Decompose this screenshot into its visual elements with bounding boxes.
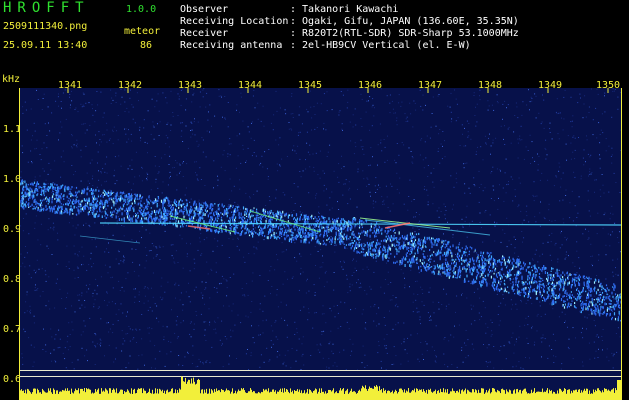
detector-label: meteor xyxy=(124,26,161,37)
location-label: Receiving Location xyxy=(180,16,289,27)
spectrogram xyxy=(20,88,621,370)
app-title: HROFFT xyxy=(3,0,90,16)
antenna-label: Receiving antenna xyxy=(180,40,283,51)
observer-value: : Takanori Kawachi xyxy=(290,4,399,15)
observer-label: Observer xyxy=(180,4,229,15)
plot-frame-right xyxy=(621,88,622,400)
detector-value: 86 xyxy=(140,40,153,51)
info-header: HROFFT 1.0.0 2509111340.png 25.09.11 13:… xyxy=(0,0,629,66)
datetime: 25.09.11 13:40 xyxy=(3,40,88,51)
receiver-label: Receiver xyxy=(180,28,229,39)
receiver-value: : R820T2(RTL-SDR) SDR-Sharp 53.1000MHz xyxy=(290,28,519,39)
plot-frame-left xyxy=(19,88,20,400)
spectrogram-canvas xyxy=(20,88,621,370)
app-version: 1.0.0 xyxy=(126,4,157,15)
y-unit-label: kHz xyxy=(2,74,21,85)
antenna-value: : 2el-HB9CV Vertical (el. E-W) xyxy=(290,40,471,51)
filename: 2509111340.png xyxy=(3,21,88,32)
location-value: : Ogaki, Gifu, JAPAN (136.60E, 35.35N) xyxy=(290,16,519,27)
signal-level-bars xyxy=(20,376,621,400)
